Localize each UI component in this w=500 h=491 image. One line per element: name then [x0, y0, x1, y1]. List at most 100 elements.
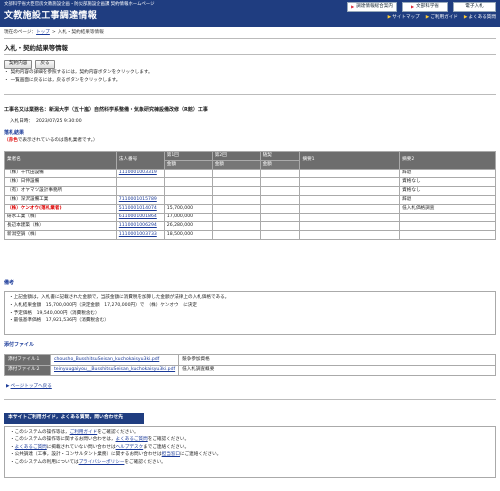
- arrow-icon: ▶: [410, 4, 415, 10]
- divider: [4, 399, 496, 400]
- header-links: ▶サイトマップ ▶ご利用ガイド ▶よくある質問: [388, 15, 496, 21]
- remark-line: ・入札結果金額 15,700,000円（決定金額 17,270,000円）で （…: [9, 302, 197, 308]
- col-subheader-amount: 金額: [259, 159, 301, 170]
- col-header-remark1: 摘要1: [299, 151, 401, 170]
- remark1-cell: [299, 212, 401, 223]
- e-bidding-button[interactable]: 電子入札: [453, 2, 496, 12]
- guide-link[interactable]: ▶ご利用ガイド: [426, 15, 458, 21]
- breadcrumb-top-link[interactable]: トップ: [36, 30, 50, 35]
- site-header: 文部科学省大臣官房文教施設企画・防災部施設企画課 契約情報ホームページ 文教施設…: [0, 0, 500, 27]
- round2-amount-cell: [211, 177, 261, 188]
- table-row: （株）ケンオウ(落札業者) 5110001014074 15,700,000 低入札価…: [4, 203, 496, 214]
- contact-line: ・このシステムの操作等は，ご利用ガイドをご確認ください。: [10, 430, 139, 435]
- round2-amount-cell: [211, 203, 261, 214]
- table-row: （株）日伸設備 資格なし: [4, 177, 496, 188]
- instructions: ・契約内容の詳細を参照するには，契約内容ボタンをクリックします。 ・一覧画面に戻…: [4, 70, 153, 85]
- breadcrumb-current: 入札・契約結果等情報: [57, 30, 104, 35]
- company-name-cell: 新潟空調（株）: [4, 230, 117, 240]
- results-table: 業者名 法人番号 第1回 第2回 随契 摘要1 摘要2 金額 金額 金額 （株）…: [4, 151, 496, 240]
- contact-link[interactable]: よくあるご質問: [116, 437, 148, 442]
- contact-link[interactable]: よくあるご質問: [15, 445, 47, 450]
- remark-line: ・最低基準価格 17,921,536円（消費税含む）: [9, 318, 109, 324]
- contract-details-button[interactable]: 契約内容: [4, 60, 33, 69]
- zuikei-cell: [259, 221, 301, 232]
- divider: [4, 94, 496, 95]
- attachment-row: 添付ファイル２ teinyuugaiyou__BusshitsuSeisan_k…: [4, 364, 496, 376]
- round2-amount-cell: [211, 194, 261, 205]
- remarks-box: ・上記金額は，入札書に記載された金額で，当該金額に消費税を加算した金額が法律上の…: [4, 291, 496, 335]
- remark2-cell: [399, 212, 496, 223]
- corp-number-cell[interactable]: 7110001015789: [115, 194, 165, 205]
- remark1-cell: [299, 203, 401, 214]
- contact-heading: 本サイトご利用ガイド，よくある質問，問い合わせ先: [4, 413, 144, 424]
- remark2-cell: [399, 230, 496, 240]
- contact-link[interactable]: ヘルプデスク: [116, 445, 144, 450]
- triangle-icon: ▶: [463, 15, 468, 20]
- project-name: 工事名又は業務名：新潟大学（五十嵐）自然科学系整備・気象研究棟設備改修（R館）工…: [4, 107, 208, 113]
- contact-link[interactable]: プライバシーポリシー: [79, 460, 125, 465]
- company-name-cell: （株）深沢設備工業: [4, 194, 117, 205]
- corp-number-cell[interactable]: 5110001014074: [115, 203, 165, 214]
- corp-number-cell: [115, 177, 165, 188]
- zuikei-cell: [259, 168, 301, 179]
- round1-amount-cell: 26,280,000: [163, 221, 213, 232]
- attachment-label: 添付ファイル１: [4, 354, 51, 366]
- triangle-icon: ▶: [6, 384, 10, 389]
- bid-date: 入札日時： 2023/07/25 9:30:00: [10, 119, 82, 124]
- page-top-link[interactable]: ▶ページトップへ戻る: [6, 384, 52, 390]
- back-button[interactable]: 戻る: [35, 60, 55, 69]
- attachment-description: 低入札調査概要: [178, 364, 496, 376]
- site-title[interactable]: 文教施設工事調達情報: [4, 10, 97, 22]
- remark2-cell: 辞退: [399, 168, 496, 179]
- corp-number-cell[interactable]: 1110001003319: [115, 168, 165, 179]
- contact-line: ・よくあるご質問に掲載されていない問い合わせはヘルプデスクまでご連絡ください。: [10, 444, 190, 450]
- table-row: （株）千代田設備 1110001003319 辞退: [4, 168, 496, 179]
- contact-line: ・公共調達（工事，設計・コンサルタント業務）に関するお問い合わせは担当窓口にご連…: [10, 452, 222, 458]
- table-row: （有）オヤマツ設計事務所 資格なし: [4, 186, 496, 196]
- remark2-cell: 辞退: [399, 194, 496, 205]
- remarks-heading: 備考: [4, 280, 15, 286]
- remark1-cell: [299, 194, 401, 205]
- attachments-table: 添付ファイル１ chousho_BusshitsuSeisan_kuchokai…: [4, 354, 496, 376]
- results-legend: （赤色で表示されているのは落札業者です。）: [4, 138, 98, 143]
- faq-link[interactable]: ▶よくある質問: [464, 15, 496, 21]
- corp-number-cell[interactable]: 1110001006294: [115, 221, 165, 232]
- corp-number-cell[interactable]: 6110001001864: [115, 212, 165, 223]
- col-header-remark2: 摘要2: [399, 151, 496, 170]
- company-name-cell: 長辺本建築（株）: [4, 221, 117, 232]
- contact-link[interactable]: ご利用ガイド: [70, 430, 98, 435]
- arrow-icon: ▶: [351, 4, 355, 10]
- procurement-guide-button[interactable]: ▶ 調達情報総合案内: [347, 2, 397, 12]
- sitemap-link[interactable]: ▶サイトマップ: [388, 15, 420, 21]
- instruction-item: ・契約内容の詳細を参照するには，契約内容ボタンをクリックします。: [4, 70, 153, 75]
- round1-amount-cell: [163, 168, 213, 179]
- attachments-heading: 添付ファイル: [4, 342, 35, 348]
- company-name-cell: （株）日伸設備: [4, 177, 117, 188]
- remark2-cell: 低入札価格調査: [399, 203, 496, 214]
- contact-box: ・このシステムの操作等は，ご利用ガイドをご確認ください。 ・このシステムの操作等に…: [4, 426, 496, 478]
- remark2-cell: [399, 221, 496, 232]
- remark1-cell: [299, 186, 401, 196]
- round1-amount-cell: 15,700,000: [163, 203, 213, 214]
- zuikei-cell: [259, 194, 301, 205]
- contact-line: ・このシステムの利用についてはプライバシーポリシーをご確認ください。: [10, 459, 166, 465]
- round1-amount-cell: [163, 177, 213, 188]
- page-title: 入札・契約結果等情報: [4, 44, 68, 52]
- remark1-cell: [299, 230, 401, 240]
- breadcrumb: 現在のページ：トップ > 入札・契約結果等情報: [4, 30, 104, 35]
- round1-amount-cell: [163, 194, 213, 205]
- round1-amount-cell: [163, 186, 213, 196]
- remark2-cell: 資格なし: [399, 186, 496, 196]
- mext-button[interactable]: ▶ 文部科学省: [402, 2, 448, 12]
- table-row: 長辺本建築（株） 1110001006294 26,280,000: [4, 221, 496, 232]
- header-subtitle: 文部科学省大臣官房文教施設企画・防災部施設企画課 契約情報ホームページ: [4, 2, 155, 7]
- round2-amount-cell: [211, 230, 261, 240]
- attachment-description: 競争参加資格: [178, 354, 496, 366]
- attachment-file-link[interactable]: chousho_BusshitsuSeisan_kuchokaisyu3ki.p…: [49, 354, 180, 366]
- col-header-company: 業者名: [4, 151, 117, 170]
- corp-number-cell[interactable]: 1110001003733: [115, 230, 165, 240]
- contact-link[interactable]: 担当窓口: [162, 452, 180, 457]
- triangle-icon: ▶: [425, 15, 430, 20]
- action-buttons: 契約内容 戻る: [4, 60, 55, 69]
- attachment-file-link[interactable]: teinyuugaiyou__BusshitsuSeisan_kuchokais…: [49, 364, 180, 376]
